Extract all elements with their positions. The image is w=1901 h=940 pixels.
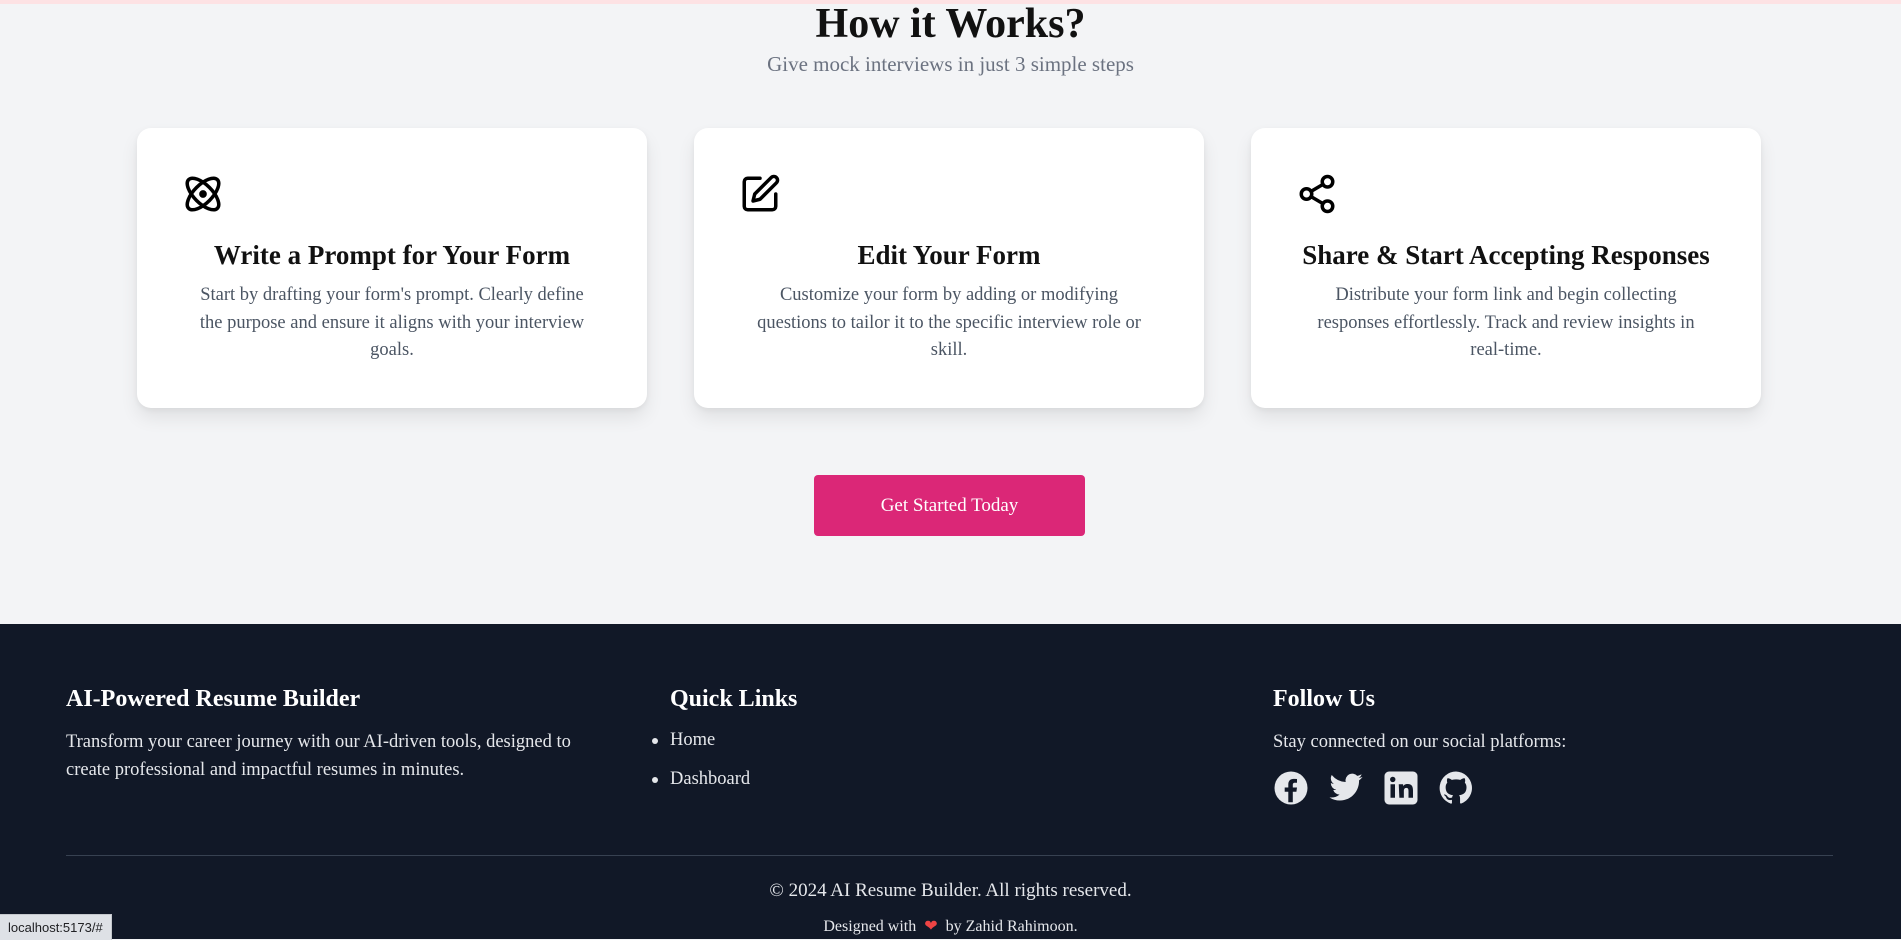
site-footer: AI-Powered Resume Builder Transform your…: [0, 624, 1901, 939]
step-description: Distribute your form link and begin coll…: [1317, 285, 1695, 360]
section-subtitle: Give mock interviews in just 3 simple st…: [767, 52, 1134, 76]
footer-links-title: Quick Links: [670, 686, 798, 712]
heart-icon: ❤: [924, 918, 938, 935]
copyright-text: © 2024 AI Resume Builder. All rights res…: [769, 880, 1132, 901]
list-item: Dashboard: [652, 765, 1170, 793]
share-icon: [1296, 173, 1338, 215]
status-bar-url: localhost:5173/#: [0, 914, 112, 940]
step-title: Share & Start Accepting Responses: [1302, 240, 1710, 270]
footer-quick-links: Quick Links Home Dashboard: [652, 684, 1170, 804]
footer-about-text: Transform your career journey with our A…: [66, 732, 571, 780]
facebook-icon[interactable]: [1273, 770, 1309, 806]
footer-about-title: AI-Powered Resume Builder: [66, 686, 361, 712]
edit-icon: [739, 173, 781, 215]
github-icon[interactable]: [1438, 770, 1474, 806]
section-title: How it Works?: [815, 1, 1086, 47]
designed-prefix: Designed with: [823, 918, 917, 935]
step-card-share: Share & Start Accepting Responses Distri…: [1251, 128, 1761, 408]
footer-about: AI-Powered Resume Builder Transform your…: [66, 684, 606, 784]
atom-icon: [182, 173, 224, 215]
designed-by-text: Designed with ❤ by Zahid Rahimoon.: [0, 916, 1901, 936]
twitter-icon[interactable]: [1328, 770, 1364, 806]
step-description: Customize your form by adding or modifyi…: [757, 285, 1141, 360]
step-title: Edit Your Form: [857, 240, 1041, 270]
designed-suffix: by Zahid Rahimoon.: [945, 918, 1078, 935]
step-description: Start by drafting your form's prompt. Cl…: [199, 285, 585, 360]
social-icons: [1273, 770, 1833, 806]
quick-links-list: Home Dashboard: [652, 726, 1170, 793]
footer-follow-text: Stay connected on our social platforms:: [1273, 732, 1567, 752]
list-item: Home: [652, 726, 1170, 754]
dashboard-link[interactable]: Dashboard: [670, 769, 750, 789]
how-it-works-section: How it Works? Give mock interviews in ju…: [0, 0, 1901, 624]
step-card-prompt: Write a Prompt for Your Form Start by dr…: [137, 128, 647, 408]
footer-follow-title: Follow Us: [1273, 686, 1375, 712]
footer-divider: [66, 855, 1833, 856]
step-card-edit: Edit Your Form Customize your form by ad…: [694, 128, 1204, 408]
linkedin-icon[interactable]: [1383, 770, 1419, 806]
footer-follow-us: Follow Us Stay connected on our social p…: [1273, 684, 1833, 806]
step-title: Write a Prompt for Your Form: [213, 240, 571, 270]
home-link[interactable]: Home: [670, 730, 715, 750]
get-started-button[interactable]: Get Started Today: [814, 475, 1085, 536]
